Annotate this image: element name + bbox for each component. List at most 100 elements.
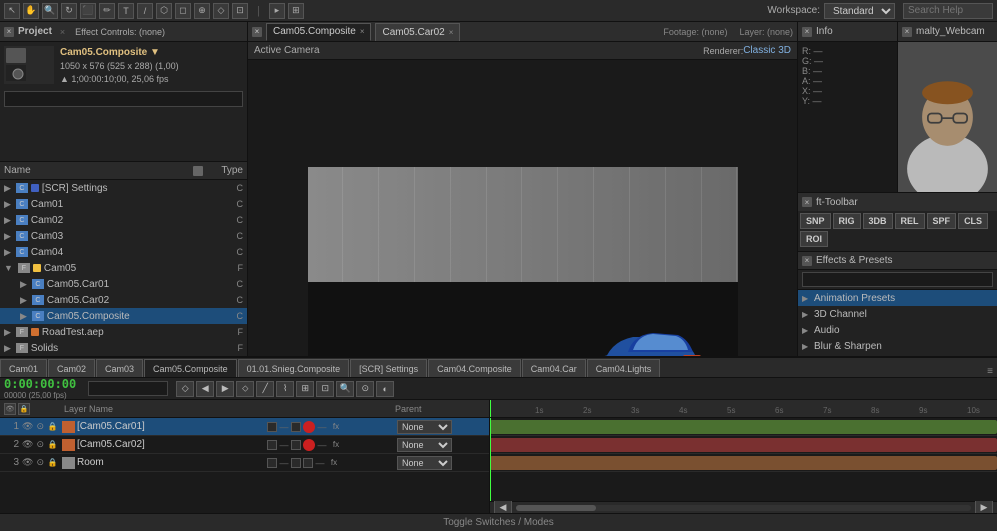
stamp-tool-icon[interactable]: ⬡ — [156, 3, 172, 19]
file-item-solids[interactable]: ▶ F Solids F — [0, 340, 247, 356]
sw-2-fx[interactable]: fx — [329, 440, 343, 449]
file-item-cam02[interactable]: ▶ C Cam02 C — [0, 212, 247, 228]
scroll-track[interactable] — [516, 505, 971, 511]
ft-toolbar-close[interactable]: × — [802, 197, 812, 207]
tl-graph-btn[interactable]: ╱ — [256, 381, 274, 397]
sw-2-3[interactable] — [291, 440, 301, 450]
file-item-cam05-car01[interactable]: ▶ C Cam05.Car01 C — [0, 276, 247, 292]
tl-tab-cam05composite[interactable]: Cam05.Composite — [144, 359, 237, 377]
tl-tab-cam04car[interactable]: Cam04.Car — [522, 359, 586, 377]
tl-tab-cam04lights[interactable]: Cam04.Lights — [587, 359, 661, 377]
arrow-tool-icon[interactable]: ↖ — [4, 3, 20, 19]
file-item-cam03[interactable]: ▶ C Cam03 C — [0, 228, 247, 244]
layer-1-eye-icon[interactable]: 👁 — [22, 421, 34, 433]
tb-btn-rel[interactable]: REL — [895, 213, 925, 229]
puppet-tool-icon[interactable]: ⊕ — [194, 3, 210, 19]
layer-1-parent-select[interactable]: None — [397, 420, 452, 434]
comp-tab-close-2[interactable]: × — [449, 28, 454, 37]
tl-blending-btn[interactable]: ◐ — [376, 381, 394, 397]
tl-snap-btn[interactable]: ⊞ — [296, 381, 314, 397]
tl-prev-keyframe-btn[interactable]: ◀ — [196, 381, 214, 397]
brush-tool-icon[interactable]: / — [137, 3, 153, 19]
playhead-track[interactable] — [490, 418, 491, 501]
effect-animation-presets[interactable]: ▶ Animation Presets — [798, 290, 997, 306]
layer-3-lock-icon[interactable]: 🔒 — [47, 457, 59, 469]
tl-menu-icon[interactable]: ≡ — [983, 366, 997, 377]
timeline-layer-1[interactable]: 1 👁 ⊙ 🔒 [Cam05.Car01] — — fx — [0, 418, 489, 436]
tl-tab-cam03[interactable]: Cam03 — [96, 359, 143, 377]
shape-tool-icon[interactable]: ◇ — [213, 3, 229, 19]
info-close-btn[interactable]: × — [802, 27, 812, 37]
tl-tab-cam01[interactable]: Cam01 — [0, 359, 47, 377]
comp-tab-close-1[interactable]: × — [360, 27, 365, 36]
tl-tab-snieg[interactable]: 01.01.Snieg.Composite — [238, 359, 350, 377]
sw-1-3[interactable] — [291, 422, 301, 432]
file-item-cam05-composite[interactable]: ▶ C Cam05.Composite C — [0, 308, 247, 324]
misc-tool2-icon[interactable]: ⊞ — [288, 3, 304, 19]
hand-tool-icon[interactable]: ✋ — [23, 3, 39, 19]
effect-controls-tab[interactable]: Effect Controls: (none) — [75, 27, 165, 37]
layer-1-lock-icon[interactable]: 🔒 — [47, 421, 59, 433]
scroll-right-btn[interactable]: ▶ — [975, 500, 993, 514]
file-item-roadtest[interactable]: ▶ F RoadTest.aep F — [0, 324, 247, 340]
tl-tab-scr[interactable]: [SCR] Settings — [350, 359, 427, 377]
effects-search-input[interactable] — [802, 272, 993, 287]
tb-btn-3db[interactable]: 3DB — [863, 213, 893, 229]
sw-1-fx[interactable]: fx — [329, 422, 343, 431]
tl-keyframe-btn[interactable]: ◇ — [176, 381, 194, 397]
sw-3-3[interactable] — [291, 458, 301, 468]
timeline-layer-3[interactable]: 3 👁 ⊙ 🔒 Room — — fx — [0, 454, 489, 472]
effects-close-btn[interactable]: × — [802, 256, 812, 266]
project-panel-options[interactable]: × — [60, 27, 65, 37]
file-item-cam05-folder[interactable]: ▼ F Cam05 F — [0, 260, 247, 276]
layer-3-parent-select[interactable]: None — [397, 456, 452, 470]
sw-2-qual[interactable] — [303, 439, 315, 451]
tl-next-keyframe-btn[interactable]: ▶ — [216, 381, 234, 397]
effect-blur-sharpen[interactable]: ▶ Blur & Sharpen — [798, 338, 997, 354]
toggle-switches-modes-label[interactable]: Toggle Switches / Modes — [443, 517, 554, 528]
sw-2-1[interactable] — [267, 440, 277, 450]
layer-3-eye-icon[interactable]: 👁 — [22, 457, 34, 469]
sw-3-1[interactable] — [267, 458, 277, 468]
tl-solo-btn[interactable]: ⊙ — [356, 381, 374, 397]
comp-tab-cam05car02[interactable]: Cam05.Car02 × — [375, 23, 460, 41]
tl-parent-btn[interactable]: ⊡ — [316, 381, 334, 397]
tl-motion-btn[interactable]: ⌇ — [276, 381, 294, 397]
tb-btn-cls[interactable]: CLS — [958, 213, 988, 229]
file-item-scr-settings[interactable]: ▶ C [SCR] Settings C — [0, 180, 247, 196]
project-close-btn[interactable]: × — [4, 27, 14, 37]
project-search-input[interactable] — [4, 91, 243, 107]
webcam-close-btn[interactable]: × — [902, 27, 912, 37]
tb-btn-rig[interactable]: RIG — [833, 213, 861, 229]
sw-1-qual[interactable] — [303, 421, 315, 433]
tl-tab-cam02[interactable]: Cam02 — [48, 359, 95, 377]
layer-2-lock-icon[interactable]: 🔒 — [47, 439, 59, 451]
timeline-layer-2[interactable]: 2 👁 ⊙ 🔒 [Cam05.Car02] — — fx — [0, 436, 489, 454]
file-item-cam01[interactable]: ▶ C Cam01 C — [0, 196, 247, 212]
sw-1-1[interactable] — [267, 422, 277, 432]
tb-btn-roi[interactable]: ROI — [800, 231, 828, 247]
layer-2-parent-select[interactable]: None — [397, 438, 452, 452]
effect-audio[interactable]: ▶ Audio — [798, 322, 997, 338]
file-item-cam04[interactable]: ▶ C Cam04 C — [0, 244, 247, 260]
layer-2-eye-icon[interactable]: 👁 — [22, 439, 34, 451]
tb-btn-spf[interactable]: SPF — [927, 213, 957, 229]
pen-tool-icon[interactable]: ✏ — [99, 3, 115, 19]
scroll-left-btn[interactable]: ◀ — [494, 500, 512, 514]
timeline-search-input[interactable] — [88, 381, 168, 396]
tl-search-btn[interactable]: 🔍 — [336, 381, 354, 397]
sw-3-4[interactable] — [303, 458, 313, 468]
timeline-time-display[interactable]: 0:00:00:00 — [4, 377, 76, 391]
file-item-cam05-car02[interactable]: ▶ C Cam05.Car02 C — [0, 292, 247, 308]
camera-tool-icon[interactable]: ⬛ — [80, 3, 96, 19]
layer-3-solo-icon[interactable]: ⊙ — [35, 457, 47, 469]
sw-3-fx[interactable]: fx — [327, 458, 341, 467]
comp-panel-close[interactable]: × — [252, 27, 262, 37]
text-tool-icon[interactable]: T — [118, 3, 134, 19]
misc-tool1-icon[interactable]: ▸ — [269, 3, 285, 19]
extra-tool-icon[interactable]: ⊡ — [232, 3, 248, 19]
playhead[interactable] — [490, 400, 491, 417]
search-help-input[interactable] — [903, 3, 993, 19]
zoom-tool-icon[interactable]: 🔍 — [42, 3, 58, 19]
tl-tab-cam04composite[interactable]: Cam04.Composite — [428, 359, 521, 377]
